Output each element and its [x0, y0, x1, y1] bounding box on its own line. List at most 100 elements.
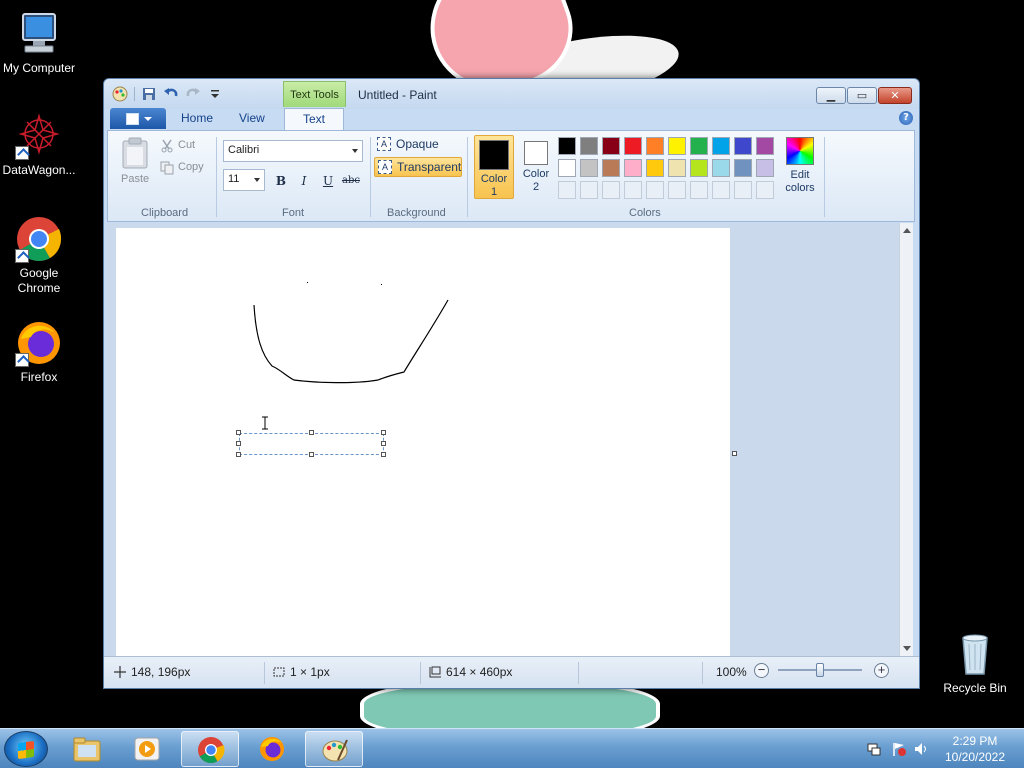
font-size-select[interactable]: 11 — [223, 169, 265, 191]
palette-swatch[interactable] — [734, 137, 752, 155]
scroll-down-icon[interactable] — [903, 646, 911, 651]
palette-swatch[interactable] — [580, 137, 598, 155]
cut-button[interactable]: Cut — [178, 139, 195, 151]
close-button[interactable]: ✕ — [878, 87, 912, 104]
taskbar-clock[interactable]: 2:29 PM 10/20/2022 — [935, 733, 1015, 765]
undo-icon[interactable] — [163, 86, 179, 102]
palette-swatch[interactable] — [712, 159, 730, 177]
palette-swatch[interactable] — [602, 137, 620, 155]
resize-handle[interactable] — [309, 430, 314, 435]
palette-empty-swatch[interactable] — [624, 181, 642, 199]
palette-empty-swatch[interactable] — [558, 181, 576, 199]
resize-handle[interactable] — [381, 452, 386, 457]
palette-empty-swatch[interactable] — [690, 181, 708, 199]
desktop-icon-recycle-bin[interactable]: Recycle Bin — [935, 630, 1015, 696]
palette-swatch[interactable] — [756, 159, 774, 177]
resize-handle[interactable] — [381, 441, 386, 446]
palette-swatch[interactable] — [646, 137, 664, 155]
volume-icon[interactable] — [913, 741, 929, 757]
italic-button[interactable]: I — [293, 171, 315, 191]
palette-empty-swatch[interactable] — [580, 181, 598, 199]
palette-swatch[interactable] — [646, 159, 664, 177]
palette-swatch[interactable] — [756, 137, 774, 155]
palette-swatch[interactable] — [580, 159, 598, 177]
palette-empty-swatch[interactable] — [668, 181, 686, 199]
customize-toolbar-icon[interactable] — [207, 86, 223, 102]
drawing-canvas[interactable] — [116, 228, 730, 656]
palette-swatch[interactable] — [712, 137, 730, 155]
zoom-slider-thumb[interactable] — [816, 663, 824, 677]
help-icon[interactable]: ? — [899, 111, 913, 125]
flag-icon[interactable] — [891, 741, 907, 757]
maximize-icon: ▭ — [856, 89, 868, 102]
desktop-icon-datawagon[interactable]: DataWagon... — [0, 112, 79, 178]
palette-swatch[interactable] — [734, 159, 752, 177]
desktop-icon-firefox[interactable]: Firefox — [0, 319, 79, 385]
color1-swatch — [479, 140, 509, 170]
palette-empty-swatch[interactable] — [646, 181, 664, 199]
font-family-select[interactable]: Calibri — [223, 140, 363, 162]
palette-swatch[interactable] — [668, 159, 686, 177]
palette-swatch[interactable] — [690, 159, 708, 177]
palette-empty-swatch[interactable] — [712, 181, 730, 199]
color2-button[interactable]: Color 2 — [516, 135, 556, 199]
underline-button[interactable]: U — [317, 171, 339, 191]
canvas-resize-handle[interactable] — [732, 451, 737, 456]
background-group-label: Background — [387, 207, 446, 219]
minimize-button[interactable]: ▁ — [816, 87, 846, 104]
zoom-in-button[interactable]: + — [874, 663, 889, 678]
taskbar-media-player[interactable] — [118, 731, 176, 767]
tab-text[interactable]: Text — [284, 108, 344, 131]
resize-handle[interactable] — [309, 452, 314, 457]
paste-button[interactable]: Paste — [121, 173, 149, 185]
bold-button[interactable]: B — [270, 171, 292, 191]
scroll-up-icon[interactable] — [903, 228, 911, 233]
zoom-out-button[interactable]: − — [754, 663, 769, 678]
palette-empty-swatch[interactable] — [734, 181, 752, 199]
tab-home[interactable]: Home — [181, 111, 213, 125]
color-palette — [558, 137, 774, 199]
edit-colors-button[interactable]: Edit colors — [780, 135, 820, 195]
transparent-label: Transparent — [397, 160, 462, 174]
resize-handle[interactable] — [236, 452, 241, 457]
paint-app-icon[interactable] — [112, 86, 128, 102]
resize-handle[interactable] — [236, 441, 241, 446]
maximize-button[interactable]: ▭ — [847, 87, 877, 104]
taskbar-explorer[interactable] — [58, 731, 116, 767]
vertical-scrollbar[interactable] — [899, 223, 913, 656]
transparent-button[interactable]: A Transparent — [374, 157, 462, 177]
resize-handle[interactable] — [381, 430, 386, 435]
palette-empty-swatch[interactable] — [602, 181, 620, 199]
group-separator — [824, 137, 825, 217]
opaque-button[interactable]: A Opaque — [374, 135, 462, 155]
palette-swatch[interactable] — [690, 137, 708, 155]
palette-empty-swatch[interactable] — [756, 181, 774, 199]
shortcut-arrow-icon — [15, 353, 29, 367]
tab-view[interactable]: View — [239, 111, 265, 125]
resize-handle[interactable] — [236, 430, 241, 435]
palette-swatch[interactable] — [602, 159, 620, 177]
desktop-icon-chrome[interactable]: Google Chrome — [0, 215, 79, 296]
palette-swatch[interactable] — [558, 159, 576, 177]
strikethrough-button[interactable]: abc — [340, 171, 362, 191]
ribbon-tabs: Home View Text ? — [104, 108, 919, 131]
save-icon[interactable] — [141, 86, 157, 102]
color1-button[interactable]: Color 1 — [474, 135, 514, 199]
computer-icon — [15, 10, 63, 58]
taskbar-paint[interactable] — [305, 731, 363, 767]
palette-swatch[interactable] — [624, 159, 642, 177]
redo-icon[interactable] — [185, 86, 201, 102]
folder-icon — [73, 737, 101, 762]
copy-button[interactable]: Copy — [178, 161, 204, 173]
taskbar-chrome[interactable] — [181, 731, 239, 767]
desktop-icon-my-computer[interactable]: My Computer — [0, 10, 79, 76]
palette-swatch[interactable] — [624, 137, 642, 155]
firefox-icon — [260, 737, 284, 761]
title-bar: Text Tools Untitled - Paint ▁ ▭ ✕ — [104, 79, 919, 109]
start-button[interactable] — [4, 731, 48, 767]
palette-swatch[interactable] — [558, 137, 576, 155]
taskbar-firefox[interactable] — [243, 731, 301, 767]
paint-menu-button[interactable] — [110, 108, 166, 129]
action-center-icon[interactable] — [866, 741, 882, 757]
palette-swatch[interactable] — [668, 137, 686, 155]
